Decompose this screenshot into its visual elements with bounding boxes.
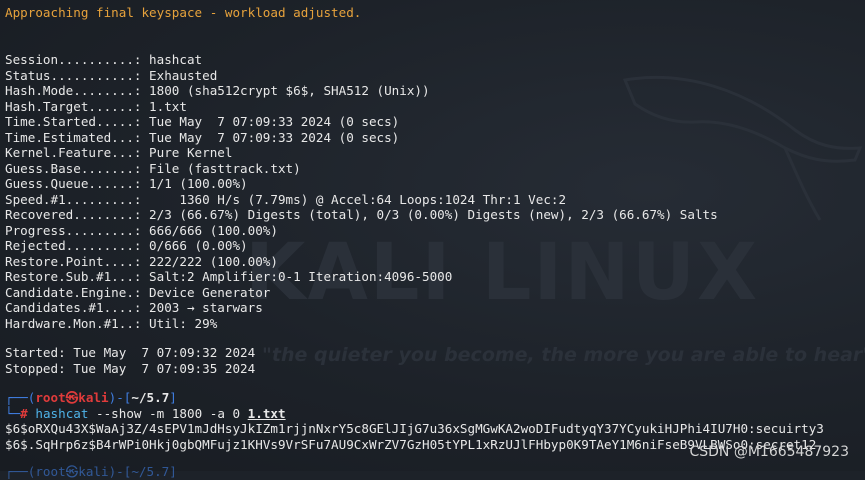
prompt-close: ] bbox=[169, 390, 177, 405]
csdn-watermark: CSDN @M1665487923 bbox=[689, 444, 849, 460]
prompt-user-host: root㉿kali bbox=[35, 390, 109, 405]
status-line-hash-target: Hash.Target......: 1.txt bbox=[5, 98, 187, 114]
status-line-guess-base: Guess.Base.......: File (fasttrack.txt) bbox=[5, 160, 301, 176]
status-line-guess-queue: Guess.Queue......: 1/1 (100.00%) bbox=[5, 176, 248, 191]
status-line-rejected: Rejected.........: 0/666 (0.00%) bbox=[5, 238, 248, 253]
status-line-candidates: Candidates.#1....: 2003 → starwars bbox=[5, 300, 263, 315]
command-args: --show -m 1800 -a 0 bbox=[88, 405, 248, 421]
terminal-window[interactable]: KALI LINUX "the quieter you become, the … bbox=[0, 0, 865, 479]
prompt-corner-bottom: └─ bbox=[5, 405, 21, 421]
prompt-separator: )-[ bbox=[108, 390, 132, 405]
stopped-line: Stopped: Tue May 7 07:09:35 2024 bbox=[5, 360, 256, 376]
status-line-status: Status...........: Exhausted bbox=[5, 67, 218, 83]
status-line-hash-mode: Hash.Mode........: 1800 (sha512crypt $6$… bbox=[5, 83, 430, 98]
prompt-hash-symbol: # bbox=[20, 405, 28, 421]
status-line-time-started: Time.Started.....: Tue May 7 07:09:33 20… bbox=[5, 114, 400, 129]
workload-warning: Approaching final keyspace - workload ad… bbox=[5, 5, 362, 20]
command-line[interactable]: └─# hashcat --show -m 1800 -a 0 1.txt bbox=[5, 406, 286, 422]
command-file: 1.txt bbox=[247, 405, 286, 421]
status-line-session: Session..........: hashcat bbox=[5, 52, 203, 67]
command-program: hashcat bbox=[35, 405, 89, 421]
status-line-restore-point: Restore.Point....: 222/222 (100.00%) bbox=[5, 253, 278, 269]
status-line-hardware-mon: Hardware.Mon.#1..: Util: 29% bbox=[5, 315, 218, 331]
status-line-kernel-feature: Kernel.Feature...: Pure Kernel bbox=[5, 145, 233, 160]
status-line-recovered: Recovered........: 2/3 (66.67%) Digests … bbox=[5, 207, 718, 222]
status-line-progress: Progress.........: 666/666 (100.00%) bbox=[5, 222, 278, 238]
status-line-speed: Speed.#1.........: 1360 H/s (7.79ms) @ A… bbox=[5, 191, 567, 207]
started-line: Started: Tue May 7 07:09:32 2024 bbox=[5, 345, 256, 360]
prompt-corner-top: ┌──( bbox=[5, 390, 36, 405]
status-line-restore-sub: Restore.Sub.#1...: Salt:2 Amplifier:0-1 … bbox=[5, 269, 453, 284]
kali-background-quote: "the quieter you become, the more you ar… bbox=[262, 344, 865, 366]
prompt-path: ~/5.7 bbox=[131, 390, 170, 405]
status-line-time-estimated: Time.Estimated...: Tue May 7 07:09:33 20… bbox=[5, 129, 400, 145]
status-line-candidate-engine: Candidate.Engine.: Device Generator bbox=[5, 284, 271, 300]
next-prompt-partial: ┌──(root㉿kali)-[~/5.7] bbox=[5, 464, 177, 479]
shell-prompt: ┌──(root㉿kali)-[~/5.7] bbox=[5, 390, 177, 406]
cracked-hash-result-1: $6$oRXQu43X$WaAj3Z/4sEPV1mJdHsyJkIZm1rjj… bbox=[5, 421, 824, 436]
